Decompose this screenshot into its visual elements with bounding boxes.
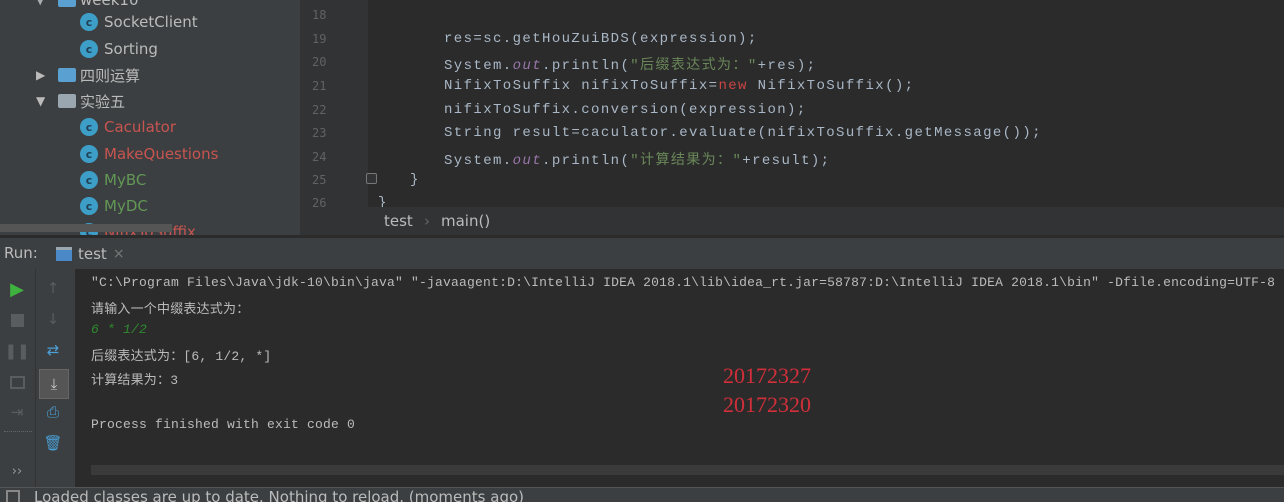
scroll-to-end-icon[interactable]: ⤓ [39,369,69,399]
close-tab-icon[interactable]: × [113,246,125,262]
tree-item-label: Sorting [104,40,158,58]
tree-scrollbar[interactable] [0,224,172,232]
expand-arrow-icon[interactable]: ▶ [36,68,58,82]
tree-item-mybc[interactable]: c MyBC [80,168,146,192]
exit-icon[interactable]: ⇥ [7,402,27,422]
tree-item-label: 实验五 [80,92,126,111]
line-number: 25 [312,173,327,187]
class-icon: c [80,40,98,58]
console-output-line: 后缀表达式为：[6, 1/2, *] [91,349,272,364]
code-line-21: NifixToSuffix nifixToSuffix=new NifixToS… [444,78,915,94]
line-gutter: 18 19 20 21 22 23 24 25 26 [300,0,377,207]
run-panel-header: Run: test × [0,237,1284,269]
dump-threads-icon[interactable] [7,372,27,392]
code-line-23: String result=caculator.evaluate(nifixTo… [444,125,1042,141]
folder-icon [58,0,76,7]
tree-item-label: SocketClient [104,13,198,31]
code-editor[interactable]: 18 19 20 21 22 23 24 25 26 res=sc.getHou… [300,0,1284,207]
run-label: Run: [4,244,38,262]
class-icon: c [80,171,98,189]
run-toolbar-left: ▶ ❚❚ ⇥ ›› [0,269,35,487]
tree-item-caculator[interactable]: c Caculator [80,115,176,139]
code-line-24: System.out.println("计算结果为："+result); [444,153,831,169]
tree-item-sorting[interactable]: c Sorting [80,37,158,61]
toolbar-divider [4,431,32,432]
clear-all-icon[interactable]: 🗑 [43,433,63,453]
student-id-annotation: 20172327 [723,363,811,388]
line-number: 22 [312,103,327,117]
tree-item-label: MyDC [104,197,148,215]
code-line-26: } [378,195,388,207]
fold-icon[interactable] [366,173,377,184]
tab-test[interactable]: test × [56,238,130,269]
line-number: 19 [312,32,327,46]
stop-icon[interactable] [7,310,27,330]
folder-icon [58,68,76,82]
console-exit-message: Process finished with exit code 0 [91,417,356,432]
line-number: 24 [312,150,327,164]
status-bar: Loaded classes are up to date. Nothing t… [0,487,1284,502]
code-line-25: } [410,172,420,188]
package-icon [58,94,76,108]
print-icon[interactable]: ⎙ [43,402,63,422]
project-tree: ▼ week10 c SocketClient c Sorting ▶ 四则运算 ▼ 实验… [0,0,300,235]
status-toggle-icon[interactable] [6,490,20,502]
more-actions-icon[interactable]: ›› [7,461,27,481]
console-output[interactable]: "C:\Program Files\Java\jdk-10\bin\java" … [75,269,1284,487]
expand-arrow-icon[interactable]: ▼ [36,0,44,7]
student-id-annotation: 20172320 [723,392,811,417]
tab-label: test [78,244,107,263]
run-toolbar-right: ↑ ↓ ⇄ ⤓ ⎙ 🗑 [35,269,75,487]
tree-item-makequestions[interactable]: c MakeQuestions [80,142,218,166]
code-line-20: System.out.println("后缀表达式为："+res); [444,58,817,74]
tree-item-socketclient[interactable]: c SocketClient [80,10,198,34]
tree-item-mydc[interactable]: c MyDC [80,194,148,218]
class-icon: c [80,145,98,163]
pause-icon[interactable]: ❚❚ [4,341,29,361]
console-horizontal-scrollbar[interactable] [91,465,1284,475]
line-number: 26 [312,196,327,207]
down-arrow-icon[interactable]: ↓ [43,309,63,329]
tree-item-label: week10 [80,0,139,9]
breadcrumb-class[interactable]: test [384,212,413,230]
soft-wrap-icon[interactable]: ⇄ [43,340,63,360]
console-output-line: 计算结果为：3 [91,373,179,388]
tree-item-label: 四则运算 [80,66,141,85]
tree-item-label: MakeQuestions [104,145,219,163]
collapse-arrow-icon[interactable]: ▼ [36,94,58,108]
tree-item-sizeyunsuan[interactable]: ▶ 四则运算 [36,63,140,87]
line-number: 20 [312,55,327,69]
line-number: 21 [312,79,327,93]
tree-item-label: Caculator [104,118,177,136]
class-icon: c [80,197,98,215]
console-command-line: "C:\Program Files\Java\jdk-10\bin\java" … [91,275,1284,290]
line-number: 18 [312,8,327,22]
rerun-icon[interactable]: ▶ [7,279,27,300]
tree-item-shiyanwu[interactable]: ▼ 实验五 [36,89,125,113]
code-line-19: res=sc.getHouZuiBDS(expression); [444,31,758,47]
tree-item-label: MyBC [104,171,147,189]
class-icon: c [80,13,98,31]
line-number: 23 [312,126,327,140]
class-icon: c [80,118,98,136]
up-arrow-icon[interactable]: ↑ [43,278,63,298]
breadcrumb: test › main() [300,207,1284,235]
console-user-input: 6 * 1/2 [91,322,148,337]
code-line-22: nifixToSuffix.conversion(expression); [444,102,807,118]
status-message: Loaded classes are up to date. Nothing t… [34,488,524,502]
console-prompt: 请输入一个中缀表达式为： [91,302,250,317]
run-config-icon [56,246,72,261]
breadcrumb-method[interactable]: main() [441,212,490,230]
breadcrumb-separator-icon: › [424,212,430,230]
